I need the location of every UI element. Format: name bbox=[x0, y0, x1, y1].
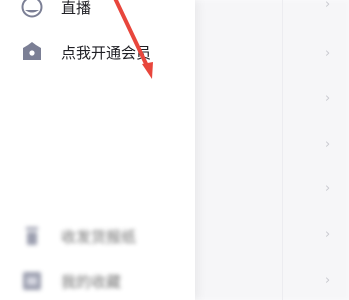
side-drawer: 直播 点我开通会员 收发货报纸 我的收藏 bbox=[0, 0, 195, 300]
chevron-right-icon: › bbox=[325, 46, 331, 61]
chevron-right-icon: › bbox=[325, 137, 331, 152]
drawer-item-label: 直播 bbox=[61, 0, 92, 17]
drawer-item-vip[interactable]: 点我开通会员 bbox=[0, 32, 195, 72]
drawer-item-orders[interactable]: 收发货报纸 bbox=[0, 216, 195, 256]
trash-icon bbox=[21, 225, 43, 247]
chevron-right-icon: › bbox=[325, 181, 331, 196]
vip-crown-icon bbox=[21, 41, 43, 63]
drawer-item-collection[interactable]: 我的收藏 bbox=[0, 261, 195, 300]
chevron-right-icon: › bbox=[325, 227, 331, 242]
chevron-right-icon: › bbox=[325, 91, 331, 106]
drawer-item-label: 我的收藏 bbox=[61, 272, 122, 291]
chevron-right-icon: › bbox=[325, 273, 331, 288]
background-divider bbox=[282, 0, 283, 300]
live-icon bbox=[21, 0, 43, 18]
chevron-right-icon: › bbox=[325, 0, 331, 12]
collection-icon bbox=[21, 270, 43, 292]
drawer-item-label: 点我开通会员 bbox=[61, 43, 152, 62]
drawer-item-live[interactable]: 直播 bbox=[0, 0, 195, 27]
app-screen: › › › › › › › 直播 点我开通会员 收发货报纸 我的收藏 bbox=[0, 0, 349, 300]
drawer-item-label: 收发货报纸 bbox=[61, 227, 137, 246]
